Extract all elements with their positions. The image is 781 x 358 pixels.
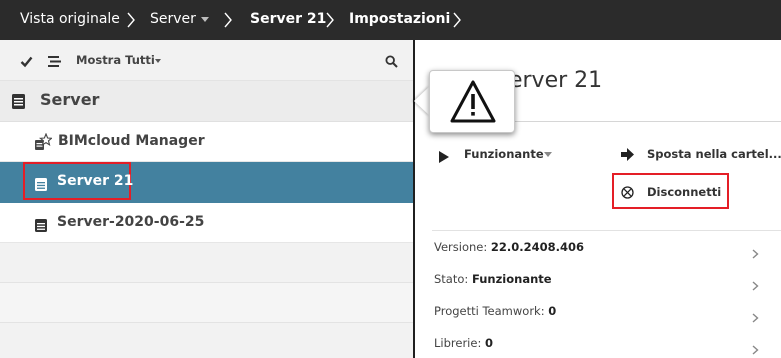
chevron-right-icon[interactable] bbox=[752, 308, 759, 327]
tree-item-label: Server-2020-06-25 bbox=[57, 214, 205, 230]
disconnect-icon[interactable] bbox=[621, 184, 634, 203]
tree-item-server-21[interactable]: Server 21 bbox=[0, 162, 413, 203]
chevron-right-icon[interactable] bbox=[752, 276, 759, 295]
breadcrumb-separator-icon bbox=[223, 12, 233, 28]
empty-row bbox=[0, 243, 413, 283]
breadcrumb-vista-originale[interactable]: Vista originale bbox=[20, 0, 120, 40]
info-label: Stato: bbox=[434, 272, 469, 286]
search-icon[interactable] bbox=[385, 53, 398, 72]
info-value: 0 bbox=[548, 304, 557, 318]
move-arrow-icon[interactable] bbox=[621, 146, 634, 165]
empty-row bbox=[0, 283, 413, 323]
chevron-right-icon[interactable] bbox=[752, 340, 759, 358]
info-label: Librerie: bbox=[434, 336, 482, 350]
info-label: Progetti Teamwork: bbox=[434, 304, 545, 318]
checkmark-icon[interactable] bbox=[20, 53, 33, 72]
tree-item-label: BIMcloud Manager bbox=[58, 133, 205, 149]
info-text: Versione: 22.0.2408.406 bbox=[434, 240, 584, 254]
list-icon[interactable] bbox=[48, 53, 61, 72]
info-label: Versione: bbox=[434, 240, 488, 254]
chevron-down-icon[interactable] bbox=[201, 17, 209, 22]
breadcrumb-separator-icon bbox=[452, 12, 462, 28]
server-icon bbox=[12, 94, 25, 113]
manager-star-icon bbox=[34, 132, 54, 155]
popup-pointer bbox=[414, 86, 430, 116]
tree-root-server[interactable]: Server bbox=[0, 81, 413, 122]
breadcrumb: Vista originale Server Server 21 Imposta… bbox=[0, 0, 781, 40]
play-icon[interactable] bbox=[439, 148, 449, 167]
divider bbox=[432, 230, 781, 231]
info-text: Progetti Teamwork: 0 bbox=[434, 304, 556, 318]
breadcrumb-impostazioni[interactable]: Impostazioni bbox=[349, 0, 450, 40]
info-value: 22.0.2408.406 bbox=[490, 240, 585, 254]
warning-popup bbox=[429, 70, 515, 133]
breadcrumb-server[interactable]: Server bbox=[150, 0, 196, 40]
info-row-status[interactable]: Stato: Funzionante bbox=[415, 264, 781, 294]
info-row-libraries[interactable]: Librerie: 0 bbox=[415, 328, 781, 358]
breadcrumb-separator-icon bbox=[325, 12, 335, 28]
info-row-version[interactable]: Versione: 22.0.2408.406 bbox=[415, 232, 781, 262]
move-to-folder-button[interactable]: Sposta nella cartel... bbox=[647, 147, 781, 161]
info-text: Librerie: 0 bbox=[434, 336, 493, 350]
breadcrumb-server-21[interactable]: Server 21 bbox=[250, 0, 326, 40]
tree-item-bimcloud-manager[interactable]: BIMcloud Manager bbox=[0, 122, 413, 162]
breadcrumb-separator-icon bbox=[126, 12, 136, 28]
show-all-filter[interactable]: Mostra Tutti bbox=[76, 53, 155, 67]
chevron-down-icon[interactable] bbox=[544, 152, 552, 157]
info-text: Stato: Funzionante bbox=[434, 272, 552, 286]
info-value: Funzionante bbox=[471, 272, 552, 286]
chevron-down-icon[interactable] bbox=[155, 59, 161, 63]
server-icon bbox=[35, 176, 47, 195]
info-row-teamwork-projects[interactable]: Progetti Teamwork: 0 bbox=[415, 296, 781, 326]
status-dropdown[interactable]: Funzionante bbox=[464, 147, 544, 161]
server-tree-panel: Mostra Tutti Server BIMcloud Manager Ser… bbox=[0, 40, 413, 358]
warning-icon bbox=[450, 79, 496, 129]
disconnect-button[interactable]: Disconnetti bbox=[647, 185, 721, 199]
tree-root-label: Server bbox=[40, 90, 100, 109]
empty-row bbox=[0, 323, 413, 358]
tree-item-server-2020-06-25[interactable]: Server-2020-06-25 bbox=[0, 203, 413, 243]
info-value: 0 bbox=[484, 336, 493, 350]
tree-toolbar: Mostra Tutti bbox=[0, 40, 413, 81]
chevron-right-icon[interactable] bbox=[752, 244, 759, 263]
server-icon bbox=[35, 217, 47, 236]
tree-item-label: Server 21 bbox=[57, 173, 134, 189]
